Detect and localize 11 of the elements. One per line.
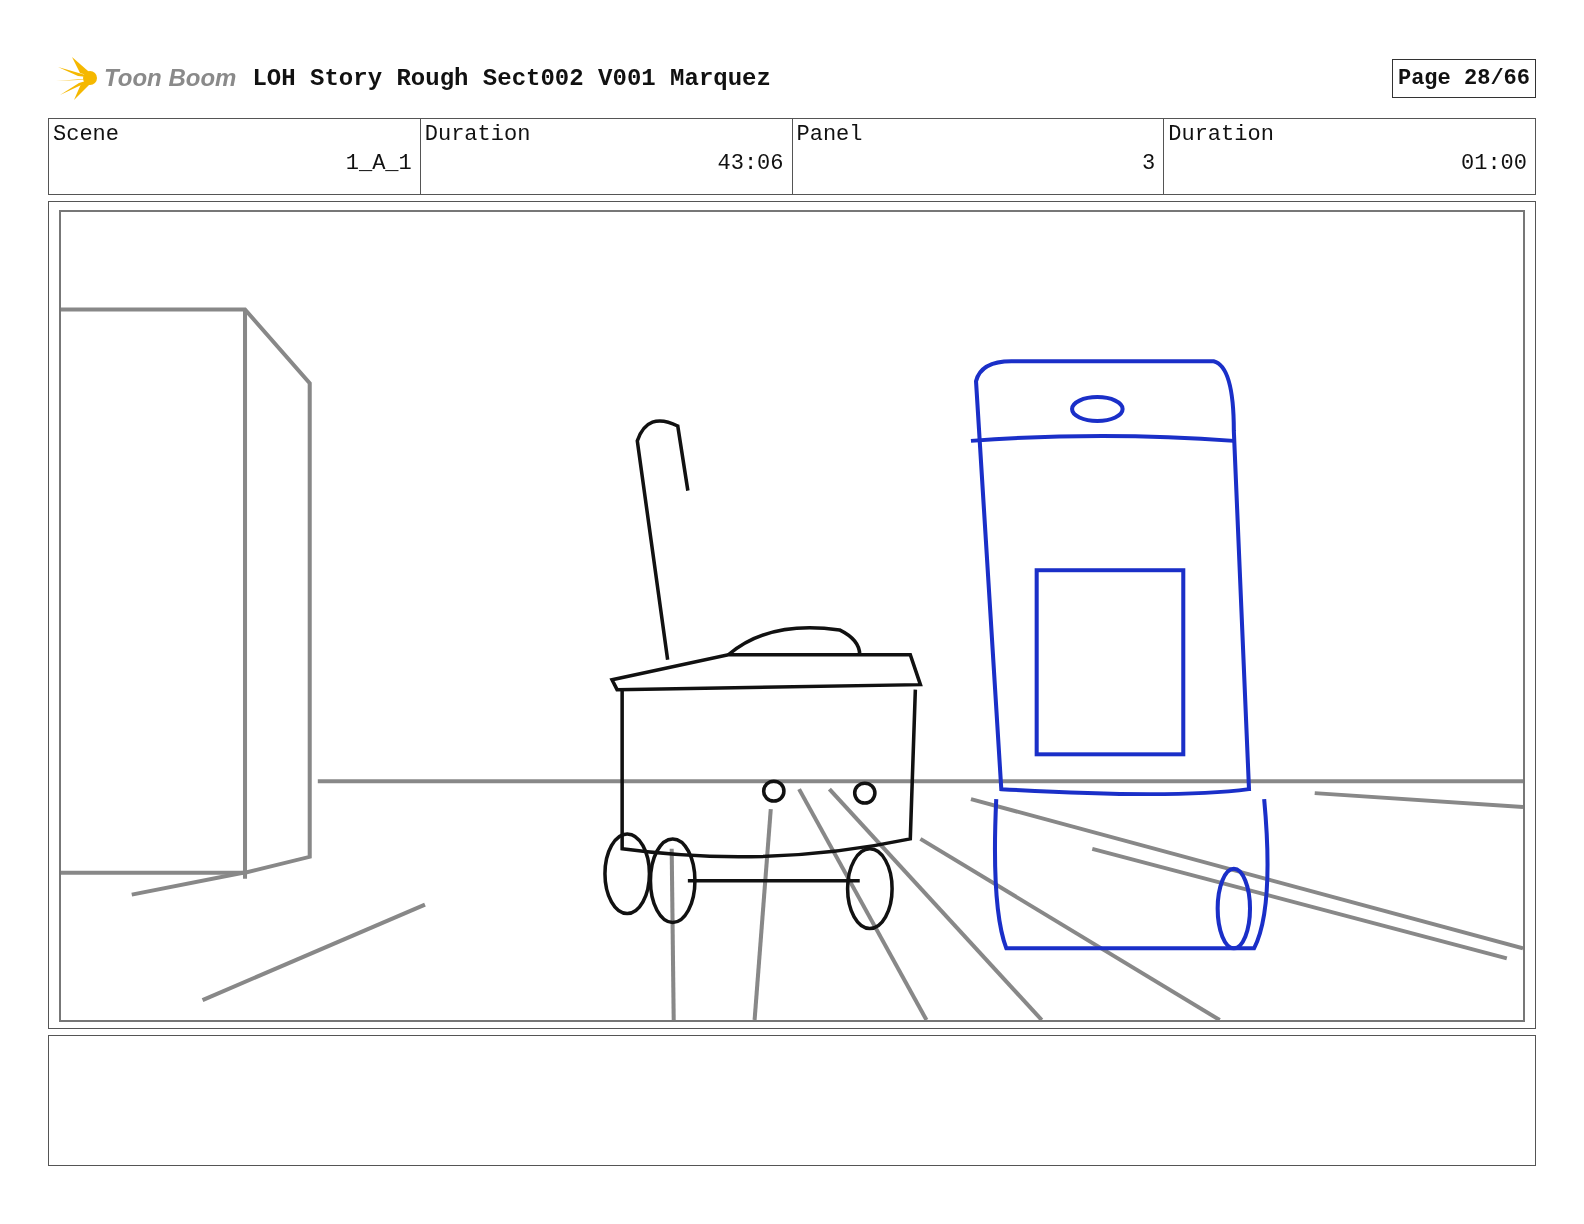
column-heading: Scene <box>53 122 120 147</box>
table-cell: 1_A_1 <box>345 151 412 176</box>
logo-wordmark: Toon Boom <box>104 64 237 92</box>
table-cell: 3 <box>1142 151 1156 176</box>
column-heading: Duration <box>1168 122 1275 147</box>
column-heading: Panel <box>796 122 864 147</box>
table-cell: 01:00 <box>1461 151 1527 176</box>
table-cell: 43:06 <box>717 151 784 176</box>
document-title: LOH Story Rough Sect002 V001 Marquez <box>252 64 772 92</box>
page-number: Page 28/66 <box>1391 58 1536 98</box>
column-heading: Duration <box>424 122 532 147</box>
